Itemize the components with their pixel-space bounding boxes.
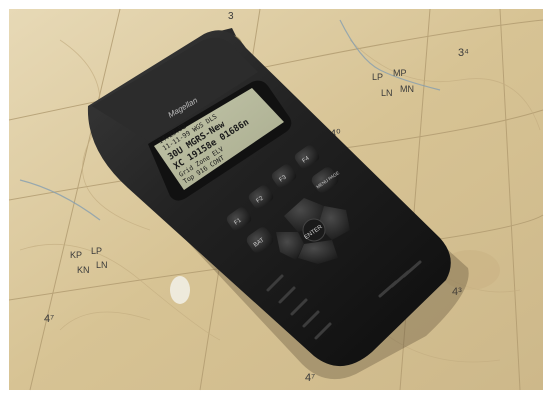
map-label: KP	[70, 250, 82, 260]
map-label: KN	[77, 265, 90, 275]
gps-on-map-photo: 3 3⁴ 4⁰ 4³ 4⁷ 4⁷ LP MP LN MN KP LP KN LN	[0, 0, 552, 399]
map-label: 3⁴	[458, 47, 469, 59]
map-label: LN	[96, 260, 108, 270]
map-label: 4⁷	[44, 313, 54, 325]
map-label: MN	[400, 84, 414, 94]
map-label: LP	[91, 246, 102, 256]
map-label: LP	[372, 72, 383, 82]
map-label: 3	[228, 11, 234, 22]
enter-key[interactable]: ENTER	[302, 218, 326, 242]
map-label: LN	[381, 88, 393, 98]
map-label: MP	[393, 68, 407, 78]
map-label: 4⁷	[305, 372, 315, 384]
